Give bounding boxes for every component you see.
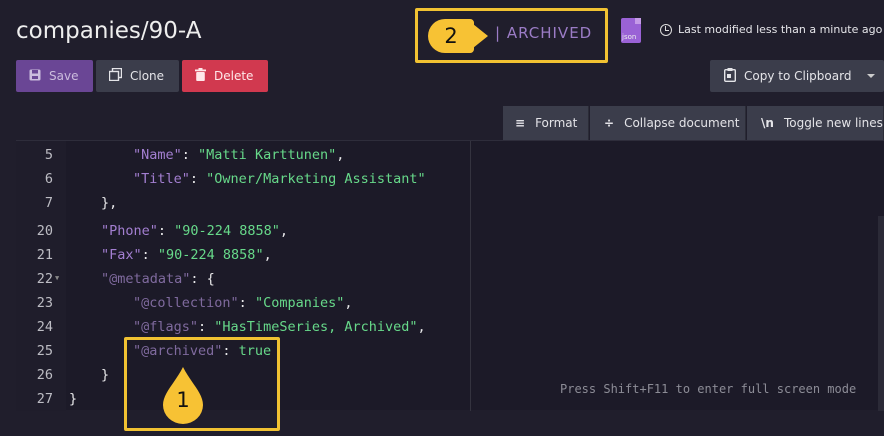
clone-button[interactable]: Clone	[96, 60, 179, 92]
callout-1-label: 1	[176, 388, 190, 412]
clock-icon	[660, 23, 672, 36]
last-modified: Last modified less than a minute ago	[660, 23, 882, 36]
toggle-new-lines-button[interactable]: \n Toggle new lines	[747, 106, 884, 140]
code-line: 20 "Phone": "90-224 8858",	[36, 223, 288, 239]
callout-1: 1	[161, 365, 205, 425]
code-line: 7 },	[44, 195, 118, 211]
copy-label: Copy to Clipboard	[744, 69, 852, 83]
json-icon-label: json	[622, 33, 637, 41]
save-icon	[29, 69, 41, 84]
callout-2: 2	[428, 19, 488, 53]
toggle-label: Toggle new lines	[783, 116, 883, 130]
code-line: 21 "Fax": "90-224 8858",	[36, 247, 272, 263]
code-line: 6 "Title": "Owner/Marketing Assistant"	[44, 171, 426, 187]
delete-label: Delete	[214, 69, 254, 83]
trash-icon	[195, 68, 206, 84]
code-line: 23 "@collection": "Companies",	[36, 295, 353, 311]
code-line: 5 "Name": "Matti Karttunen",	[44, 147, 345, 163]
editor-divider	[470, 141, 471, 411]
fullscreen-hint: Press Shift+F11 to enter full screen mod…	[560, 382, 857, 396]
page-title: companies/90-A	[16, 18, 202, 44]
collapse-label: Collapse document	[624, 116, 740, 130]
save-label: Save	[49, 69, 79, 83]
clone-label: Clone	[130, 69, 165, 83]
last-modified-text: Last modified less than a minute ago	[678, 23, 883, 36]
copy-to-clipboard-button[interactable]: Copy to Clipboard	[710, 60, 884, 92]
fold-caret-icon[interactable]: ▼	[55, 274, 59, 282]
collapse-document-button[interactable]: ÷ Collapse document	[590, 106, 746, 140]
code-line: 24 "@flags": "HasTimeSeries, Archived",	[36, 319, 426, 335]
format-label: Format	[535, 116, 578, 130]
archived-status: | ARCHIVED	[495, 24, 593, 42]
chevron-down-icon[interactable]	[867, 74, 875, 78]
clone-icon	[108, 67, 123, 84]
format-button[interactable]: ≡ Format	[503, 106, 589, 140]
newline-icon: \n	[761, 116, 774, 130]
save-button[interactable]: Save	[16, 60, 93, 92]
code-line: 22 ▼ "@metadata": {	[36, 271, 215, 287]
json-file-icon: json	[621, 18, 641, 43]
clipboard-icon	[723, 67, 737, 85]
editor-scrollbar[interactable]	[878, 216, 884, 411]
collapse-icon: ÷	[604, 116, 615, 130]
delete-button[interactable]: Delete	[182, 60, 268, 92]
format-icon: ≡	[515, 116, 526, 130]
